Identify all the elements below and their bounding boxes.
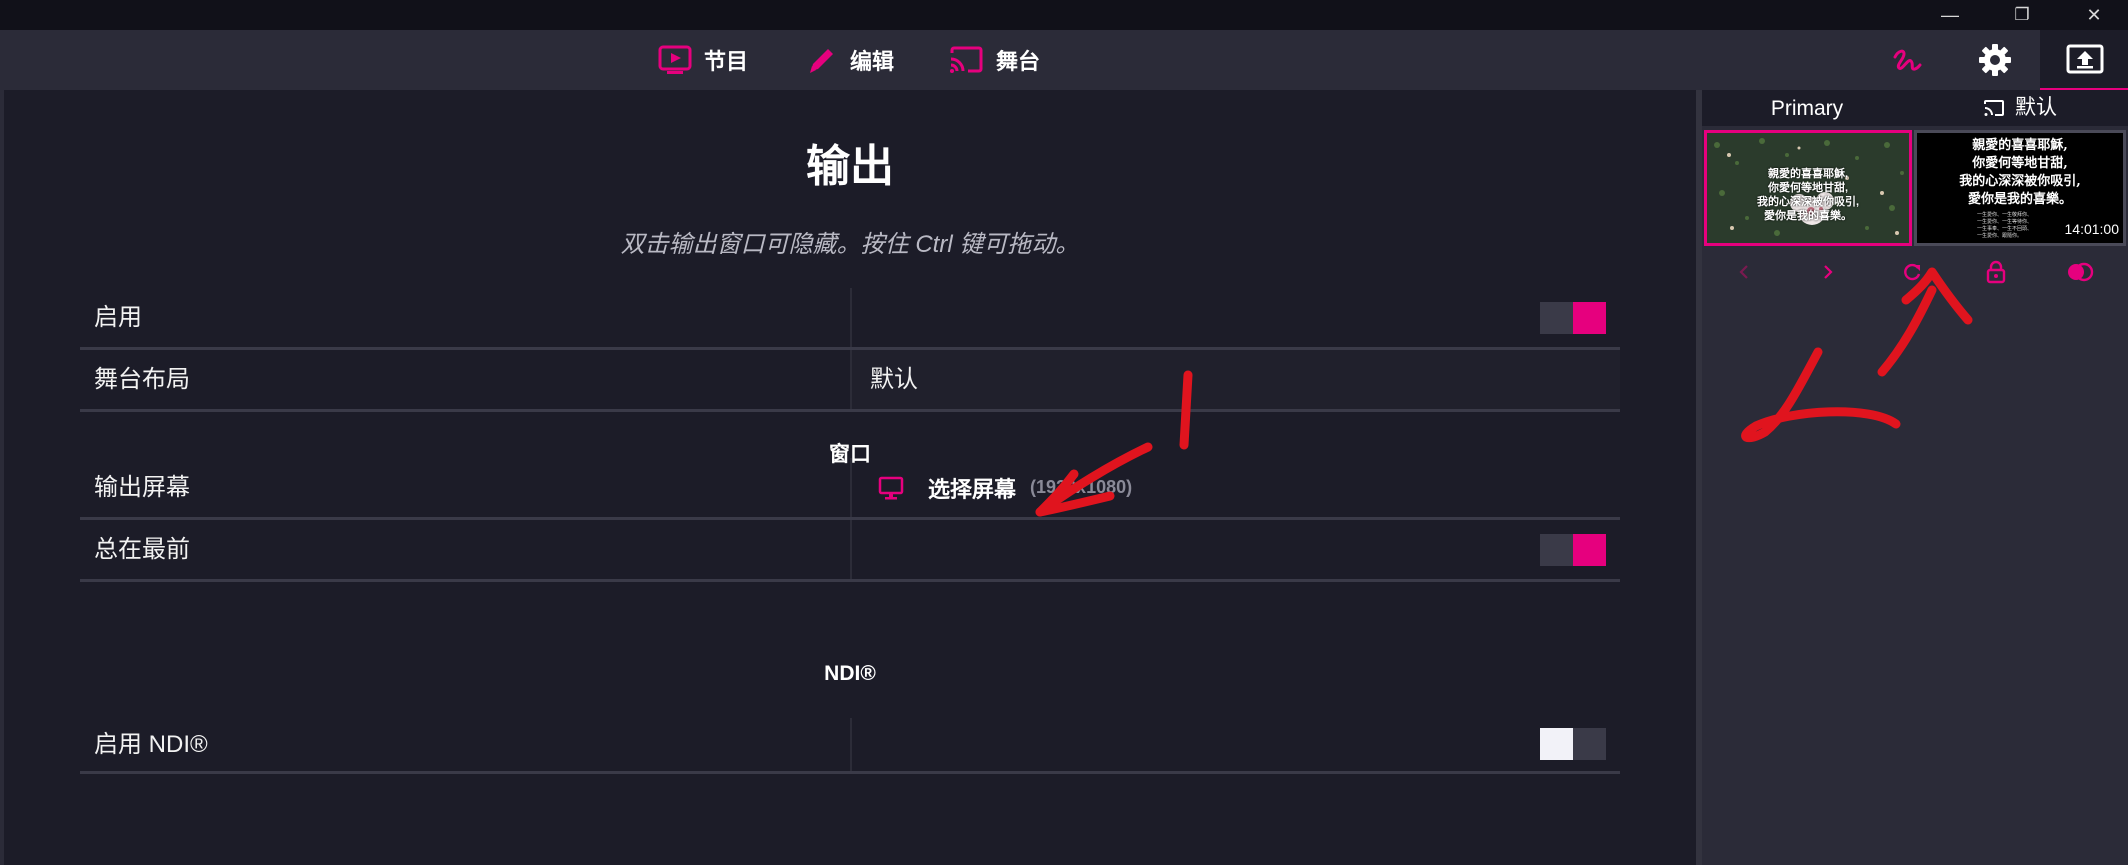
stage-output-preview[interactable]: 親愛的喜喜耶穌, 你愛何等地甘甜, 我的心深深被你吸引, 愛你是我的喜樂。 一生… [1914,130,2126,246]
maximize-button[interactable]: ❐ [1992,0,2052,30]
primary-output-preview[interactable]: 親愛的喜喜耶穌, 你愛何等地甘甜, 我的心深深被你吸引, 愛你是我的喜樂。 [1704,130,1912,246]
select-screen-label: 选择屏幕 [928,476,1017,502]
previous-button[interactable] [1726,256,1762,288]
cast-icon [1984,100,2004,116]
refresh-button[interactable] [1894,256,1930,288]
tab-show-label: 节目 [704,49,749,74]
cast-icon [950,46,983,73]
output-button[interactable] [2040,30,2128,90]
tab-stage-default[interactable]: 默认 [1912,90,2128,126]
stage-layout-select[interactable]: 默认 [870,350,918,409]
tab-edit-label: 编辑 [850,49,895,74]
chevron-right-icon [1824,265,1833,279]
chevron-left-icon [1739,265,1748,279]
next-line: 一生愛你、一生等待你、 [1977,219,2033,225]
page-title: 输出 [806,142,894,191]
row-separator [850,350,852,409]
close-button[interactable]: ✕ [2064,0,2124,30]
lyric-line: 親愛的喜喜耶穌, [1767,168,1849,180]
stage-clock: 14:01:00 [2064,221,2120,237]
select-screen-button[interactable]: 选择屏幕 (1920x1080) [878,458,1132,517]
row-separator [850,520,852,579]
output-settings-panel: 输出 双击输出窗口可隐藏。按住 Ctrl 键可拖动。 启用 舞台布局 默认 窗口… [4,90,1696,865]
setting-row-enable: 启用 [80,288,1620,350]
section-heading-ndi: NDI® [824,662,876,685]
next-line: 一生事奉、一生不回頭、 [1977,226,2033,232]
stage-layout-select-bg [852,350,1620,409]
setting-label: 总在最前 [94,536,190,563]
setting-row-output-screen: 输出屏幕 选择屏幕 (1920x1080) [80,458,1620,520]
draw-squiggle-icon [1893,49,1922,71]
setting-label: 启用 [94,304,142,331]
stage-lyrics: 親愛的喜喜耶穌, 你愛何等地甘甜, 我的心深深被你吸引, 愛你是我的喜樂。 [1917,137,2123,209]
always-on-top-toggle[interactable] [1540,534,1606,566]
minimize-button[interactable]: — [1920,0,1980,30]
gear-icon [1979,44,2011,76]
lyric-line: 你愛何等地甘甜, [1767,182,1849,194]
lyric-line: 我的心深深被你吸引, [1959,174,2081,189]
setting-label: 启用 NDI® [94,731,208,758]
tab-edit[interactable]: 编辑 [806,30,894,90]
row-separator [850,288,852,347]
next-line: 一生愛你、跟隨你。 [1977,233,2023,239]
blend-button[interactable] [2062,256,2098,288]
lyric-line: 愛你是我的喜樂。 [1967,192,2072,207]
draw-button[interactable] [1862,30,1952,90]
output-screen-icon [2066,44,2104,74]
lyric-line: 你愛何等地甘甜, [1972,156,2068,171]
next-line: 一生愛你、一生敬拜你、 [1977,212,2033,218]
row-separator [850,718,852,771]
setting-label: 输出屏幕 [94,474,190,501]
settings-button[interactable] [1950,30,2040,90]
setting-row-always-on-top: 总在最前 [80,520,1620,582]
monitor-icon [878,476,904,499]
tab-primary[interactable]: Primary [1702,90,1912,126]
top-nav-bar: 节目 编辑 舞台 [0,30,2128,90]
preview-controls [1702,250,2128,294]
ndi-toggle[interactable] [1540,728,1606,760]
row-separator [850,458,852,517]
screen-resolution: (1920x1080) [1030,477,1133,497]
output-hint-text: 双击输出窗口可隐藏。按住 Ctrl 键可拖动。 [620,231,1080,258]
preview-tabs: Primary 默认 [1702,90,2128,126]
lock-button[interactable] [1978,256,2014,288]
lock-icon [1986,260,2006,284]
blend-icon [2068,262,2094,282]
tab-stage-label: 舞台 [996,49,1041,74]
primary-lyrics: 親愛的喜喜耶穌, 你愛何等地甘甜, 我的心深深被你吸引, 愛你是我的喜樂。 [1707,167,1909,223]
lyric-line: 親愛的喜喜耶穌, [1972,138,2068,153]
setting-row-ndi: 启用 NDI® [80,718,1620,774]
pencil-icon [810,49,833,73]
refresh-icon [1904,263,1921,281]
lyric-line: 我的心深深被你吸引, [1756,196,1860,208]
output-preview-sidebar: Primary 默认 親愛的喜喜耶穌, 你愛何等地甘甜, 我的心深深被你吸引, … [1702,90,2128,865]
lyric-line: 愛你是我的喜樂。 [1764,210,1852,222]
setting-row-stage-layout: 舞台布局 默认 [80,350,1620,412]
title-bar: — ❐ ✕ [0,0,2128,30]
tab-stage[interactable]: 舞台 [948,30,1040,90]
next-button[interactable] [1810,256,1846,288]
stage-next-lines: 一生愛你、一生敬拜你、 一生愛你、一生等待你、 一生事奉、一生不回頭、 一生愛你… [1977,212,2032,240]
tab-stage-default-label: 默认 [2015,96,2057,119]
tab-show[interactable]: 节目 [658,30,748,90]
enable-toggle[interactable] [1540,302,1606,334]
tv-play-icon [658,45,692,74]
setting-label: 舞台布局 [94,366,190,393]
